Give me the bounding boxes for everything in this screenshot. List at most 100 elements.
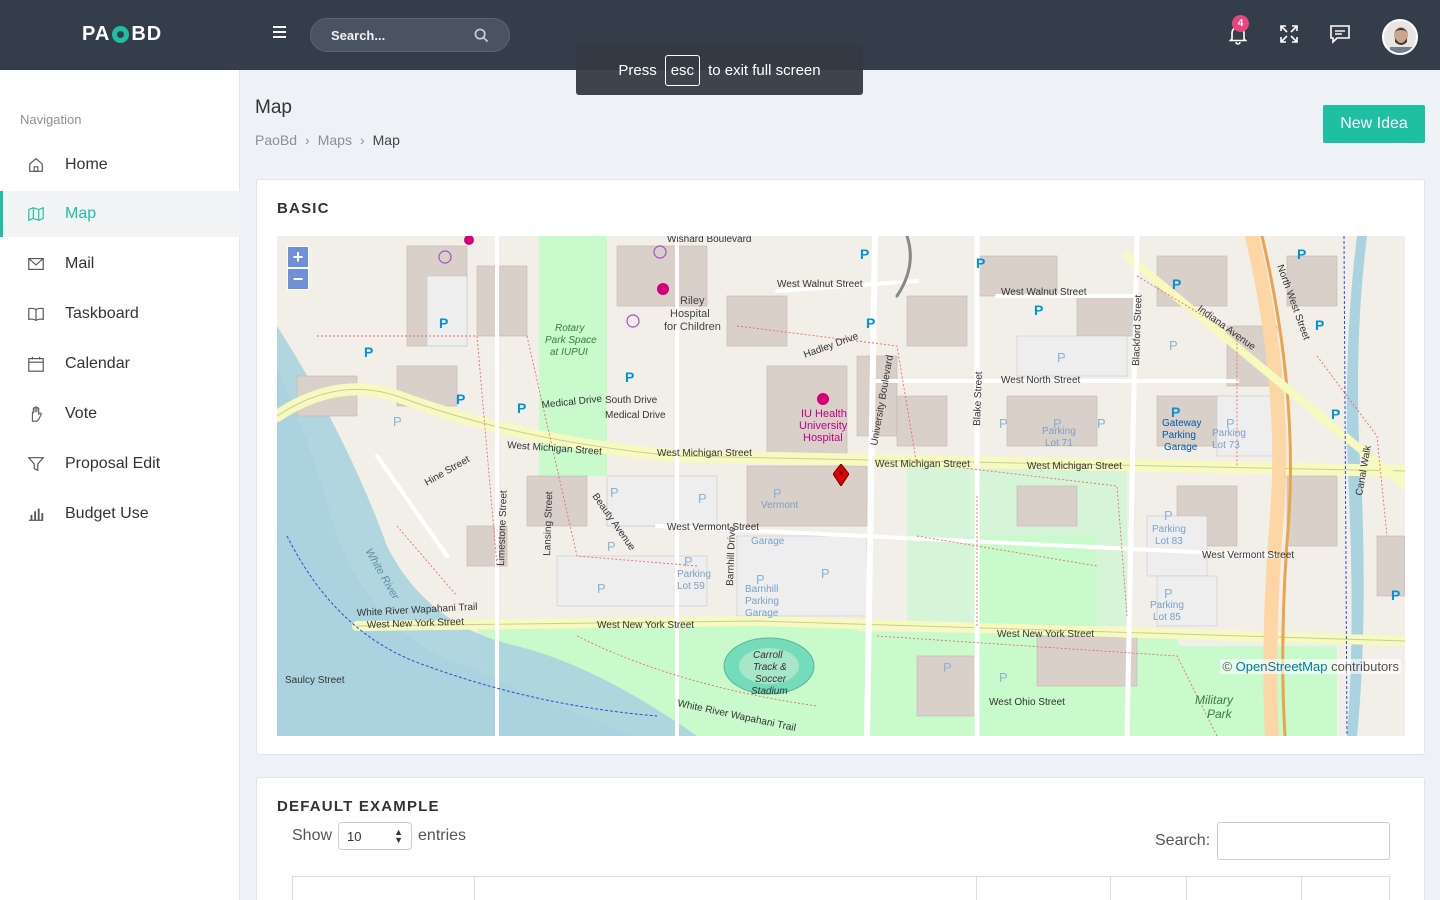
sidebar-item-map[interactable]: Map xyxy=(0,191,240,237)
breadcrumb-item-maps[interactable]: Maps xyxy=(318,132,352,148)
show-label: Show xyxy=(292,827,333,844)
sidebar-item-budget-use[interactable]: Budget Use xyxy=(0,491,240,537)
svg-text:P: P xyxy=(1315,317,1324,333)
svg-text:P: P xyxy=(1171,404,1180,420)
svg-text:P: P xyxy=(1172,276,1181,292)
map-view[interactable]: West Michigan Street West Michigan Stree… xyxy=(277,236,1405,736)
svg-text:West Michigan Street: West Michigan Street xyxy=(1027,461,1122,472)
svg-text:Barnhill Drive: Barnhill Drive xyxy=(725,526,738,586)
table-search-input[interactable] xyxy=(1217,822,1391,860)
svg-text:for Children: for Children xyxy=(664,321,721,333)
new-idea-button[interactable]: New Idea xyxy=(1323,105,1425,143)
table-header-cell[interactable] xyxy=(1187,877,1302,900)
sidebar-item-taskboard[interactable]: Taskboard xyxy=(0,291,240,337)
attribution-suffix: contributors xyxy=(1331,659,1399,674)
svg-text:P: P xyxy=(999,670,1008,685)
svg-text:Riley: Riley xyxy=(680,295,705,307)
logo[interactable]: PA BD xyxy=(82,23,162,46)
svg-text:P: P xyxy=(1053,416,1062,431)
svg-text:P: P xyxy=(976,255,985,271)
table-header xyxy=(292,876,1390,900)
sidebar-item-label: Calendar xyxy=(65,355,130,372)
svg-text:P: P xyxy=(1097,416,1106,431)
sidebar-item-vote[interactable]: Vote xyxy=(0,391,240,437)
sidebar-item-home[interactable]: Home xyxy=(0,142,240,188)
calendar-icon xyxy=(26,354,46,374)
svg-text:University: University xyxy=(799,420,848,432)
table-header-cell[interactable] xyxy=(1302,877,1389,900)
sidebar-item-label: Map xyxy=(65,205,97,222)
svg-text:Hospital: Hospital xyxy=(803,432,843,444)
openstreetmap-link[interactable]: OpenStreetMap xyxy=(1236,659,1328,674)
table-search: Search: xyxy=(1155,822,1391,860)
svg-text:Parking: Parking xyxy=(1162,430,1196,441)
select-arrows-icon: ▲ ▼ xyxy=(394,827,404,845)
search-input[interactable]: Search... xyxy=(310,18,510,52)
svg-text:P: P xyxy=(684,554,693,569)
svg-text:Parking: Parking xyxy=(1150,600,1184,611)
toast-rest-text: to exit full screen xyxy=(708,61,821,79)
toast-esc-key: esc xyxy=(664,54,701,86)
table-header-cell[interactable] xyxy=(293,877,475,900)
sidebar: Navigation Home Map Mail Taskboard Calen… xyxy=(0,70,240,900)
svg-text:P: P xyxy=(698,491,707,506)
svg-text:Wishard Boulevard: Wishard Boulevard xyxy=(667,236,751,245)
table-header-cell[interactable] xyxy=(977,877,1111,900)
breadcrumb: PaoBd › Maps › Map xyxy=(255,132,400,148)
svg-text:Carroll: Carroll xyxy=(753,650,783,661)
sidebar-item-calendar[interactable]: Calendar xyxy=(0,341,240,387)
svg-text:West North Street: West North Street xyxy=(1001,375,1081,386)
avatar[interactable] xyxy=(1382,19,1418,55)
zoom-in-button[interactable]: + xyxy=(287,246,309,268)
svg-text:Garage: Garage xyxy=(751,536,785,547)
breadcrumb-item-paobd[interactable]: PaoBd xyxy=(255,132,297,148)
svg-text:Gateway: Gateway xyxy=(1162,418,1201,429)
svg-text:West Walnut Street: West Walnut Street xyxy=(1001,287,1087,298)
sidebar-item-label: Home xyxy=(65,156,108,173)
page-title: Map xyxy=(255,97,292,118)
svg-text:Parking: Parking xyxy=(745,596,779,607)
entries-select[interactable]: 10 ▲ ▼ xyxy=(338,822,413,850)
search-icon[interactable] xyxy=(474,28,489,43)
sidebar-item-label: Budget Use xyxy=(65,505,149,522)
svg-text:West New York Street: West New York Street xyxy=(997,629,1094,640)
svg-text:Lot 83: Lot 83 xyxy=(1155,536,1183,547)
svg-text:Track &: Track & xyxy=(753,662,787,673)
zoom-out-button[interactable]: − xyxy=(287,268,309,290)
svg-text:Rotary: Rotary xyxy=(555,323,585,334)
table-header-cell[interactable] xyxy=(1111,877,1187,900)
svg-text:Lot 71: Lot 71 xyxy=(1045,438,1073,449)
svg-text:P: P xyxy=(860,246,869,262)
filter-icon xyxy=(26,454,46,474)
svg-text:P: P xyxy=(456,391,465,407)
svg-text:P: P xyxy=(1164,508,1173,523)
menu-toggle-icon[interactable] xyxy=(270,23,290,43)
basic-map-card: BASIC West Michigan Street West Michigan… xyxy=(256,179,1425,755)
sidebar-item-label: Proposal Edit xyxy=(65,455,161,472)
svg-text:P: P xyxy=(1034,302,1043,318)
svg-text:P: P xyxy=(364,344,373,360)
sidebar-item-mail[interactable]: Mail xyxy=(0,241,240,287)
svg-text:Lansing Street: Lansing Street xyxy=(542,491,555,556)
svg-text:Parking: Parking xyxy=(677,569,711,580)
sidebar-item-proposal-edit[interactable]: Proposal Edit xyxy=(0,441,240,487)
fullscreen-icon[interactable] xyxy=(1277,22,1301,46)
card-title: BASIC xyxy=(277,200,330,217)
card-title: DEFAULT EXAMPLE xyxy=(277,798,440,815)
svg-text:P: P xyxy=(773,486,782,501)
svg-text:P: P xyxy=(943,660,952,675)
table-header-cell[interactable] xyxy=(475,877,977,900)
home-icon xyxy=(26,155,46,175)
svg-text:P: P xyxy=(393,414,402,429)
chat-icon[interactable] xyxy=(1328,22,1352,46)
svg-text:P: P xyxy=(1164,586,1173,601)
svg-text:Park: Park xyxy=(1207,707,1233,721)
entries-label: entries xyxy=(418,827,467,844)
svg-text:Hospital: Hospital xyxy=(670,308,710,320)
svg-text:at IUPUI: at IUPUI xyxy=(550,347,588,358)
chevron-right-icon: › xyxy=(305,132,310,148)
svg-text:P: P xyxy=(625,369,634,385)
attribution-prefix: © xyxy=(1222,659,1233,674)
map-icon xyxy=(26,204,46,224)
map-marker-icon[interactable] xyxy=(833,464,849,486)
